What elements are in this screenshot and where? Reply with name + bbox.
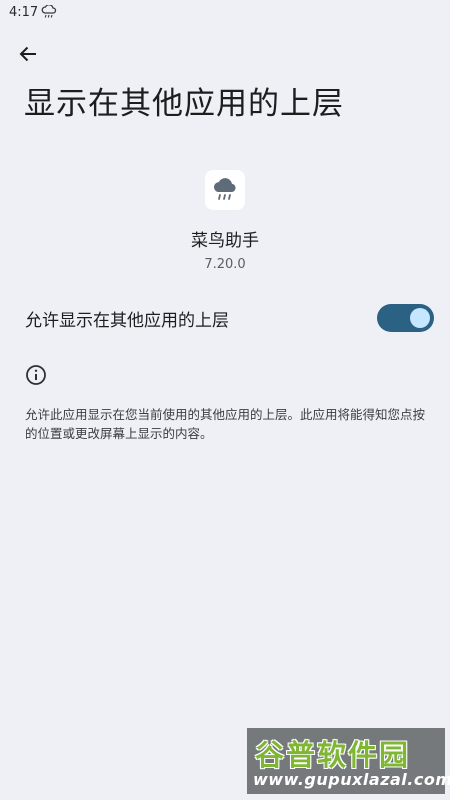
back-button[interactable]: [12, 38, 44, 70]
info-description: 允许此应用显示在您当前使用的其他应用的上层。此应用将能得知您点按的位置或更改屏幕…: [25, 407, 426, 441]
switch-thumb: [410, 308, 430, 328]
status-time: 4:17: [9, 5, 39, 20]
app-icon: [205, 170, 245, 210]
status-bar: 4:17: [0, 0, 450, 26]
app-name: 菜鸟助手: [191, 231, 259, 251]
info-icon: [26, 365, 46, 385]
watermark-url: www.gupuxlazal.com: [253, 770, 450, 789]
arrow-left-icon: [19, 46, 36, 62]
permission-toggle-label: 允许显示在其他应用的上层: [25, 311, 229, 331]
permission-switch[interactable]: [377, 304, 434, 332]
watermark: 谷普软件园 www.gupuxlazal.com: [247, 728, 450, 794]
cloud-rain-icon: [213, 178, 236, 200]
watermark-title: 谷普软件园: [255, 738, 411, 772]
permission-toggle-row[interactable]: 允许显示在其他应用的上层: [0, 296, 450, 340]
page-title: 显示在其他应用的上层: [24, 86, 344, 122]
cloud-rain-icon: [41, 5, 57, 18]
app-header: 菜鸟助手 7.20.0: [0, 170, 450, 272]
app-version: 7.20.0: [204, 257, 246, 272]
